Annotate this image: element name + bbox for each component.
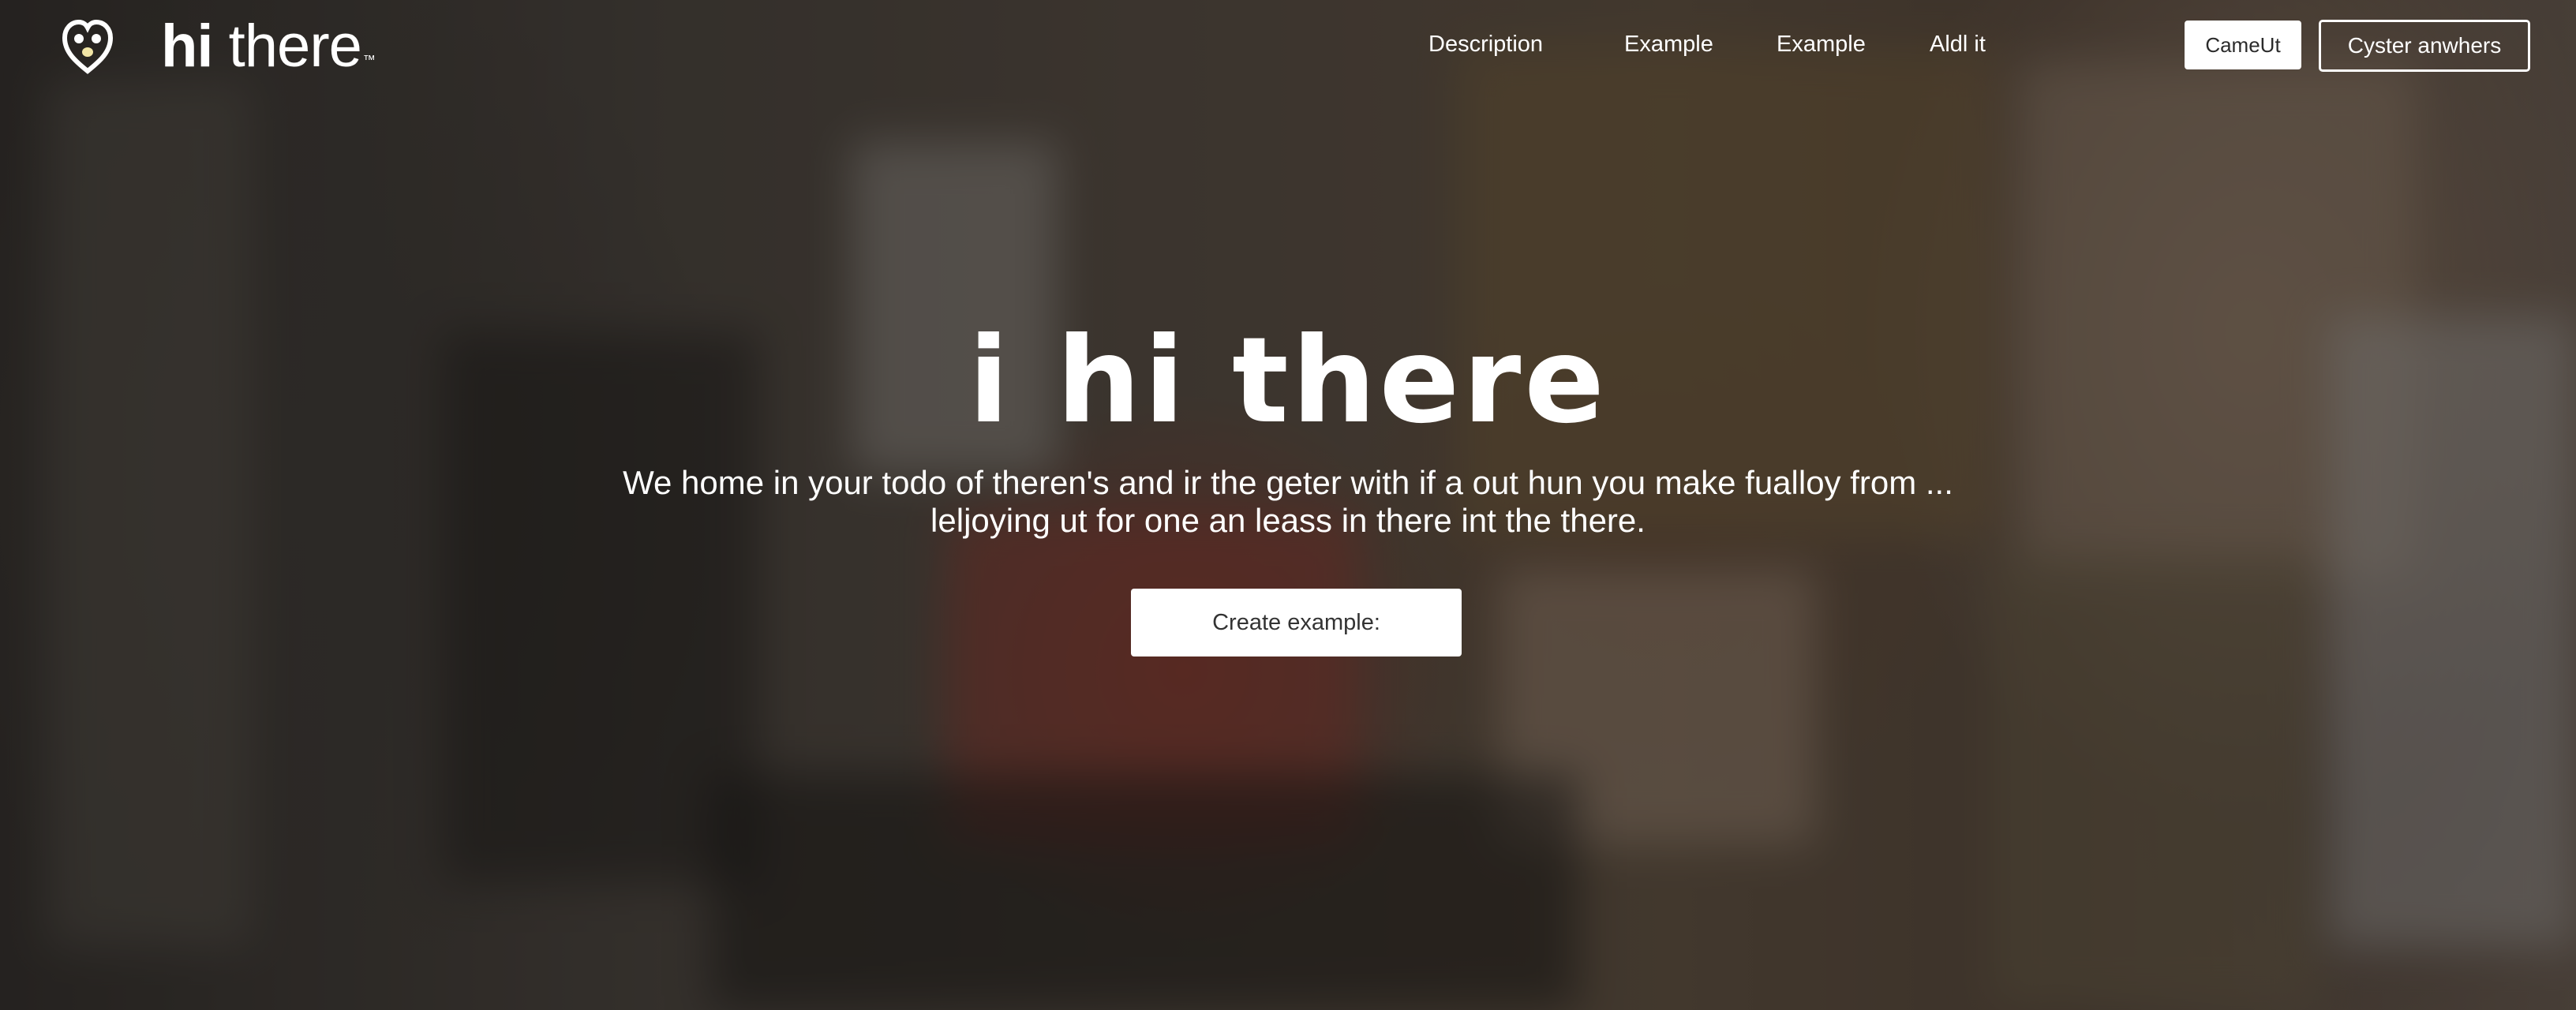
nav-link-example-2[interactable]: Example — [1777, 28, 1866, 60]
nav-link-description[interactable]: Description — [1428, 28, 1543, 60]
header-filled-button[interactable]: CameUt — [2185, 21, 2301, 69]
nav-link-example-1[interactable]: Example — [1624, 28, 1713, 60]
header-outline-button[interactable]: Cyster anwhers — [2319, 20, 2530, 72]
brand-name-regular: there — [212, 13, 362, 80]
brand-name-bold: hi — [161, 13, 214, 80]
create-example-button[interactable]: Create example: — [1131, 589, 1462, 656]
hero-subtitle-line-1: We home in your todo of theren's and ir … — [623, 464, 1953, 501]
site-header: hi there ™ Description Example Example Al… — [0, 0, 2576, 91]
hero-title: i hi there — [968, 312, 1608, 450]
nav-link-aldl-it[interactable]: Aldl it — [1930, 28, 1986, 60]
hero-subtitle: We home in your todo of theren's and ir … — [552, 464, 2024, 540]
hero-subtitle-line-2: leljoying ut for one an leass in there i… — [930, 502, 1646, 539]
trademark-symbol: ™ — [362, 54, 376, 67]
heart-face-logo-icon[interactable] — [60, 17, 115, 74]
hero-section: hi there ™ Description Example Example Al… — [0, 0, 2576, 1010]
brand-logo-text[interactable]: hi there ™ — [161, 11, 376, 82]
